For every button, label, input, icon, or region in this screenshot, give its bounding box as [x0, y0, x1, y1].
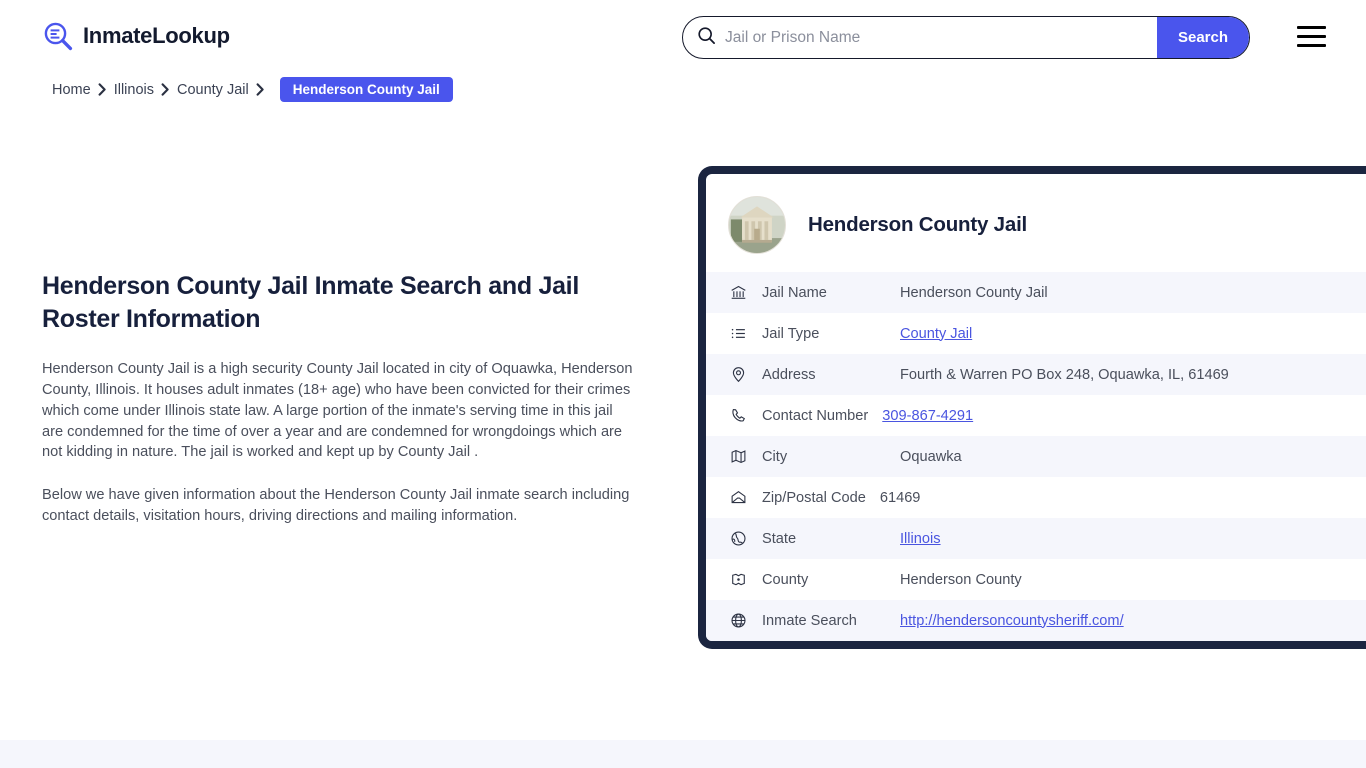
breadcrumb: Home Illinois County Jail Henderson Coun…: [52, 77, 453, 102]
table-row: Jail Type County Jail: [706, 313, 1366, 354]
row-value: Fourth & Warren PO Box 248, Oquawka, IL,…: [900, 366, 1229, 383]
description-paragraph-2: Below we have given information about th…: [42, 487, 630, 525]
courthouse-photo: [728, 196, 786, 254]
table-row: City Oquawka: [706, 436, 1366, 477]
main-content: Henderson County Jail Inmate Search and …: [42, 270, 642, 527]
row-value: Henderson County Jail: [900, 284, 1048, 301]
page-root: InmateLookup Search Home Illinois: [0, 0, 1366, 768]
hamburger-menu-icon[interactable]: [1297, 26, 1326, 47]
breadcrumb-current-badge: Henderson County Jail: [279, 77, 453, 102]
table-row: Inmate Search http://hendersoncountysher…: [706, 600, 1366, 641]
state-link[interactable]: Illinois: [900, 531, 941, 547]
envelope-icon: [730, 489, 750, 506]
row-label: Inmate Search: [762, 612, 857, 629]
row-label: City: [762, 448, 788, 465]
inmate-search-link[interactable]: http://hendersoncountysheriff.com/: [900, 613, 1124, 629]
row-label: Contact Number: [762, 407, 869, 424]
row-label: Zip/Postal Code: [762, 489, 866, 506]
table-row: State Illinois: [706, 518, 1366, 559]
map-icon: [730, 448, 750, 465]
footer-band: [0, 740, 1366, 768]
breadcrumb-item-home[interactable]: Home: [52, 82, 91, 98]
jail-info-card: Henderson County Jail Jail Name Henderso…: [698, 166, 1366, 649]
description-paragraph-1: Henderson County Jail is a high security…: [42, 361, 633, 461]
search-bar[interactable]: Search: [682, 16, 1250, 59]
search-icon: [683, 26, 716, 50]
row-value: Henderson County: [900, 571, 1022, 588]
globe-icon: [730, 530, 750, 547]
table-row: Zip/Postal Code 61469: [706, 477, 1366, 518]
row-label: Address: [762, 366, 816, 383]
row-label: State: [762, 530, 797, 547]
row-value: Oquawka: [900, 448, 962, 465]
chevron-right-icon: [161, 83, 170, 96]
brand-name: InmateLookup: [83, 23, 230, 48]
breadcrumb-item-illinois[interactable]: Illinois: [114, 82, 154, 98]
table-row: Jail Name Henderson County Jail: [706, 272, 1366, 313]
chevron-right-icon: [98, 83, 107, 96]
site-header: InmateLookup Search: [0, 0, 1366, 74]
page-title: Henderson County Jail Inmate Search and …: [42, 272, 579, 333]
jail-card-header: Henderson County Jail: [706, 174, 1366, 272]
row-label: County: [762, 571, 809, 588]
badge-icon: [730, 571, 750, 588]
world-wide-web-icon: [730, 612, 750, 629]
list-icon: [730, 325, 750, 342]
jail-card-title: Henderson County Jail: [808, 213, 1028, 236]
breadcrumb-item-county-jail[interactable]: County Jail: [177, 82, 249, 98]
row-value: 61469: [879, 489, 921, 506]
row-label: Jail Name: [762, 284, 827, 301]
search-input[interactable]: [716, 17, 1157, 58]
table-row: Contact Number 309-867-4291: [706, 395, 1366, 436]
chevron-right-icon: [256, 83, 265, 96]
table-row: County Henderson County: [706, 559, 1366, 600]
phone-icon: [730, 407, 750, 424]
contact-number-link[interactable]: 309-867-4291: [882, 408, 973, 424]
magnifier-list-icon: [42, 20, 74, 52]
brand-logo[interactable]: InmateLookup: [42, 20, 230, 52]
table-row: Address Fourth & Warren PO Box 248, Oqua…: [706, 354, 1366, 395]
search-button[interactable]: Search: [1157, 17, 1249, 58]
jail-type-link[interactable]: County Jail: [900, 326, 972, 342]
map-pin-icon: [730, 366, 750, 383]
row-label: Jail Type: [762, 325, 820, 342]
bank-icon: [730, 284, 750, 301]
